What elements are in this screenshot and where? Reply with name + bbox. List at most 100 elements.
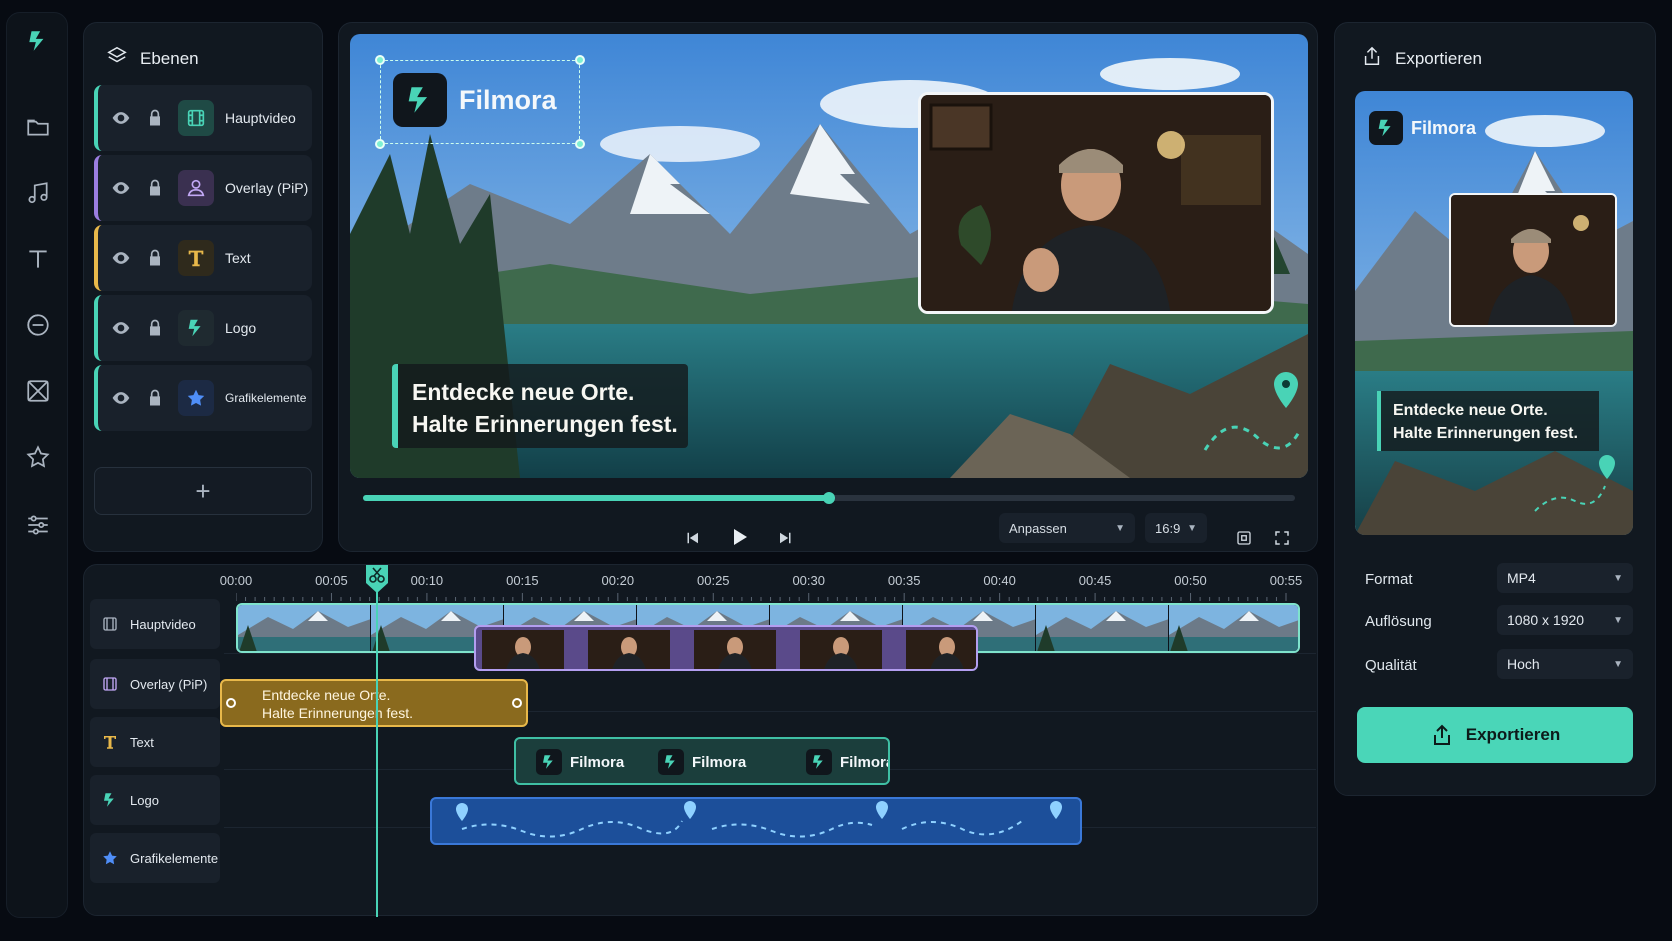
star-icon[interactable] xyxy=(20,439,56,475)
logo-text: Filmora xyxy=(459,84,557,115)
layer-label: Overlay (PiP) xyxy=(225,180,309,196)
pip-video[interactable] xyxy=(918,92,1274,314)
eye-icon[interactable] xyxy=(110,317,132,339)
filmora-logo-icon xyxy=(178,310,214,346)
filmstrip-presenter xyxy=(476,627,976,669)
ruler-ticks xyxy=(236,593,1287,601)
lock-icon[interactable] xyxy=(144,247,166,269)
lock-icon[interactable] xyxy=(144,317,166,339)
transition-icon[interactable] xyxy=(20,373,56,409)
time-tick-label: 00:10 xyxy=(410,573,444,588)
layers-panel: Ebenen Hauptvideo Overlay (PiP) Text Log… xyxy=(83,22,323,552)
thumb-logo-text: Filmora xyxy=(1411,117,1477,138)
time-tick-label: 00:50 xyxy=(1174,573,1207,588)
eye-icon[interactable] xyxy=(110,247,132,269)
skip-forward-icon xyxy=(780,532,791,544)
track-label: Hauptvideo xyxy=(130,616,196,632)
play-button[interactable] xyxy=(727,525,751,549)
video-clip-overlay[interactable] xyxy=(474,625,978,671)
export-header: Exportieren xyxy=(1361,45,1482,72)
layer-item-overlay[interactable]: Overlay (PiP) xyxy=(94,155,312,221)
timeline-panel: 00:00 00:05 00:10 00:15 00:20 00:25 00:30 00:35… xyxy=(83,563,1318,917)
lock-icon[interactable] xyxy=(144,387,166,409)
adjust-icon[interactable] xyxy=(20,507,56,543)
caption-line-1: Entdecke neue Orte. xyxy=(412,379,635,405)
layer-item-hauptvideo[interactable]: Hauptvideo xyxy=(94,85,312,151)
filmora-logo-overlay: Filmora xyxy=(393,73,557,127)
trim-handle-right[interactable] xyxy=(512,698,522,708)
eye-icon[interactable] xyxy=(110,177,132,199)
scissors-playhead-handle[interactable] xyxy=(364,563,390,595)
layer-label: Text xyxy=(225,250,251,266)
thumb-caption-line-2: Halte Erinnerungen fest. xyxy=(1393,425,1578,442)
filmora-logo-icon xyxy=(1369,111,1403,145)
lock-icon[interactable] xyxy=(144,107,166,129)
snapshot-button[interactable] xyxy=(1235,529,1253,547)
aspect-ratio-dropdown[interactable]: 16:9 ▼ xyxy=(1145,513,1207,543)
text-t-icon xyxy=(178,240,214,276)
time-tick-label: 00:15 xyxy=(506,573,539,588)
effects-icon[interactable] xyxy=(20,307,56,343)
text-clip-line-1: Entdecke neue Orte. xyxy=(262,687,391,703)
fullscreen-button[interactable] xyxy=(1273,529,1291,547)
layer-item-text[interactable]: Text xyxy=(94,225,312,291)
folder-icon[interactable] xyxy=(20,109,56,145)
resize-handle[interactable] xyxy=(375,55,385,65)
track-label: Logo xyxy=(130,792,159,808)
preview-panel: Filmora Entdecke neue Orte. Halte Erinne… xyxy=(338,22,1318,552)
fit-dropdown[interactable]: Anpassen ▼ xyxy=(999,513,1135,543)
format-select[interactable]: MP4 ▼ xyxy=(1497,563,1633,593)
track-header-text[interactable]: Text xyxy=(90,717,220,767)
resize-handle[interactable] xyxy=(575,55,585,65)
resize-handle[interactable] xyxy=(575,139,585,149)
graphics-clip[interactable] xyxy=(430,797,1082,845)
time-tick-label: 00:00 xyxy=(219,573,253,588)
eye-icon[interactable] xyxy=(110,387,132,409)
export-button[interactable]: Exportieren xyxy=(1357,707,1633,763)
presenter-image xyxy=(921,95,1271,311)
resolution-select[interactable]: 1080 x 1920 ▼ xyxy=(1497,605,1633,635)
filmora-logo-icon[interactable] xyxy=(20,23,56,59)
playhead-line[interactable] xyxy=(376,565,378,917)
time-tick-label: 00:20 xyxy=(601,573,635,588)
lock-icon[interactable] xyxy=(144,177,166,199)
logo-clip-text: Filmora xyxy=(692,753,747,771)
playback-progress-bar[interactable] xyxy=(363,492,1295,504)
logo-clip-item: Filmora xyxy=(806,749,888,775)
track-header-grafikelemente[interactable]: Grafikelemente xyxy=(90,833,220,883)
logo-selection-box[interactable]: Filmora xyxy=(375,55,585,149)
trim-handle-left[interactable] xyxy=(226,698,236,708)
music-icon[interactable] xyxy=(20,175,56,211)
eye-icon[interactable] xyxy=(110,107,132,129)
time-tick-label: 00:25 xyxy=(696,573,730,588)
time-tick-label: 00:40 xyxy=(983,573,1016,588)
text-clip-line-2: Halte Erinnerungen fest. xyxy=(262,705,413,721)
progress-knob[interactable] xyxy=(823,492,835,504)
chevron-down-icon: ▼ xyxy=(1187,522,1197,534)
track-header-overlay[interactable]: Overlay (PiP) xyxy=(90,659,220,709)
resolution-value: 1080 x 1920 xyxy=(1507,612,1585,628)
layer-item-grafikelemente[interactable]: Grafikelemente xyxy=(94,365,312,431)
video-preview[interactable]: Filmora Entdecke neue Orte. Halte Erinne… xyxy=(350,34,1308,478)
text-icon[interactable] xyxy=(20,241,56,277)
upload-icon xyxy=(1433,724,1450,745)
caption-overlay[interactable]: Entdecke neue Orte. Halte Erinnerungen f… xyxy=(392,364,688,448)
text-t-icon xyxy=(100,732,120,752)
text-clip[interactable]: Entdecke neue Orte. Halte Erinnerungen f… xyxy=(220,679,528,727)
resize-handle[interactable] xyxy=(375,139,385,149)
format-value: MP4 xyxy=(1507,570,1536,586)
quality-select[interactable]: Hoch ▼ xyxy=(1497,649,1633,679)
logo-clip[interactable]: Filmora Filmora Filmora xyxy=(514,737,890,785)
dashed-path-graphic xyxy=(456,801,1062,838)
add-layer-button[interactable]: + xyxy=(94,467,312,515)
layer-item-logo[interactable]: Logo xyxy=(94,295,312,361)
skip-back-button[interactable] xyxy=(683,529,701,547)
skip-forward-button[interactable] xyxy=(777,529,795,547)
quality-label: Qualität xyxy=(1365,657,1417,674)
left-toolbar xyxy=(6,12,68,918)
map-pin-path-graphic[interactable] xyxy=(1190,370,1308,460)
track-header-hauptvideo[interactable]: Hauptvideo xyxy=(90,599,220,649)
track-header-logo[interactable]: Logo xyxy=(90,775,220,825)
thumb-caption: Entdecke neue Orte. Halte Erinnerungen f… xyxy=(1377,391,1599,451)
star-filled-icon xyxy=(100,848,120,868)
